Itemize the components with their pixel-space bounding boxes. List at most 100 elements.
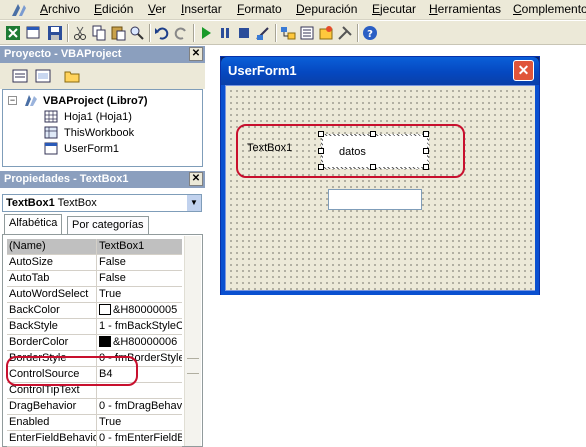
menu-complemento[interactable]: Complemento (513, 2, 586, 17)
property-value[interactable]: True (99, 415, 182, 430)
property-value-text: &H80000006 (113, 336, 178, 348)
vba-app-icon[interactable] (10, 2, 28, 18)
property-value-text: &H80000005 (113, 304, 178, 316)
property-row[interactable]: AutoSize False (7, 255, 182, 271)
property-row[interactable]: BackColor &H80000005 (7, 303, 182, 319)
stop-icon[interactable] (236, 25, 252, 41)
project-panel-toolbar (0, 63, 205, 89)
insert-userform-icon[interactable] (26, 25, 42, 41)
properties-window-icon[interactable] (299, 25, 315, 41)
property-value-text: 0 - fmEnterFieldB (99, 432, 182, 444)
toggle-folders-icon[interactable] (64, 69, 80, 83)
property-value[interactable]: False (99, 255, 182, 270)
property-row[interactable]: DragBehavior 0 - fmDragBehav (7, 399, 182, 415)
property-row[interactable]: (Name) TextBox1 (7, 239, 182, 255)
property-name: BackColor (9, 303, 97, 318)
menu-formato[interactable]: Formato (237, 2, 282, 17)
property-name: (Name) (9, 239, 97, 254)
project-tree: − VBAProject (Libro7) Hoja1 (Hoja1) This… (2, 89, 203, 167)
property-value-text: 0 - fmDragBehav (99, 400, 182, 412)
cut-icon[interactable] (72, 25, 88, 41)
property-name: AutoSize (9, 255, 97, 270)
properties-scrollbar[interactable] (184, 236, 201, 446)
property-value-text: 1 - fmBackStyleO (99, 320, 182, 332)
property-name: BorderColor (9, 335, 97, 350)
project-panel-title: Proyecto - VBAProject ✕ (0, 46, 205, 63)
tree-root-vbaproject[interactable]: VBAProject (Libro7) (43, 94, 148, 108)
annotation-textbox-highlight (236, 124, 465, 178)
properties-panel-title: Propiedades - TextBox1 ✕ (0, 171, 205, 188)
property-name: EnterFieldBehavior (9, 431, 97, 446)
tree-node-hoja1[interactable]: Hoja1 (Hoja1) (64, 110, 132, 124)
property-value-text: False (99, 272, 126, 284)
tab-alfabetica[interactable]: Alfabética (4, 214, 63, 235)
paste-icon[interactable] (110, 25, 126, 41)
find-icon[interactable] (129, 25, 145, 41)
object-select[interactable]: TextBox1 TextBox ▼ (2, 194, 202, 212)
pause-icon[interactable] (217, 25, 233, 41)
standard-toolbar: ? (0, 21, 586, 45)
property-row[interactable]: BackStyle 1 - fmBackStyleO (7, 319, 182, 335)
property-row[interactable]: AutoWordSelect True (7, 287, 182, 303)
workbook-icon (44, 126, 58, 139)
property-value[interactable]: 1 - fmBackStyleO (99, 319, 182, 334)
svg-text:?: ? (367, 29, 373, 40)
vba-project-icon (25, 95, 37, 106)
property-name: DragBehavior (9, 399, 97, 414)
worksheet-icon (44, 110, 58, 123)
color-swatch (99, 336, 111, 347)
toolbox-icon[interactable] (337, 25, 353, 41)
property-value-text: False (99, 256, 126, 268)
property-value[interactable]: &H80000005 (99, 303, 182, 318)
property-name: BackStyle (9, 319, 97, 334)
annotation-controlsource-highlight (6, 356, 138, 386)
view-object-icon[interactable] (35, 69, 51, 83)
property-value[interactable]: 0 - fmEnterFieldB (99, 431, 182, 446)
userform-title: UserForm1 (228, 63, 297, 78)
close-icon[interactable]: ✕ (189, 172, 203, 186)
menu-herramientas[interactable]: Herramientas (429, 2, 501, 17)
tab-por-categorias[interactable]: Por categorías (67, 216, 149, 235)
redo-icon[interactable] (173, 25, 189, 41)
property-value[interactable]: TextBox1 (99, 239, 182, 254)
object-browser-icon[interactable] (318, 25, 334, 41)
view-code-icon[interactable] (12, 69, 28, 83)
textbox2-control[interactable] (328, 189, 422, 210)
property-row[interactable]: EnterFieldBehavior 0 - fmEnterFieldB (7, 431, 182, 447)
property-row[interactable]: AutoTab False (7, 271, 182, 287)
property-name: AutoTab (9, 271, 97, 286)
property-row[interactable]: Enabled True (7, 415, 182, 431)
userform-icon (44, 142, 58, 155)
property-name: Enabled (9, 415, 97, 430)
help-icon[interactable]: ? (362, 25, 378, 41)
copy-icon[interactable] (91, 25, 107, 41)
menu-edicion[interactable]: Edición (94, 2, 133, 17)
tree-node-userform1[interactable]: UserForm1 (64, 142, 119, 156)
property-name: AutoWordSelect (9, 287, 97, 302)
menu-depuracion[interactable]: Depuración (296, 2, 357, 17)
tree-node-thisworkbook[interactable]: ThisWorkbook (64, 126, 134, 140)
menu-archivo[interactable]: Archivo (40, 2, 80, 17)
menu-insertar[interactable]: Insertar (181, 2, 222, 17)
save-icon[interactable] (47, 25, 63, 41)
menu-ver[interactable]: Ver (148, 2, 166, 17)
color-swatch (99, 304, 111, 315)
chevron-down-icon[interactable]: ▼ (186, 195, 201, 211)
property-value[interactable]: &H80000006 (99, 335, 182, 350)
menu-bar: Archivo Edición Ver Insertar Formato Dep… (0, 0, 586, 20)
property-value-text: True (99, 416, 122, 428)
property-value-text: True (99, 288, 122, 300)
close-icon[interactable]: ✕ (189, 47, 203, 61)
property-value[interactable]: False (99, 271, 182, 286)
close-icon[interactable]: ✕ (513, 60, 534, 81)
undo-icon[interactable] (154, 25, 170, 41)
property-row[interactable]: BorderColor &H80000006 (7, 335, 182, 351)
property-value[interactable]: True (99, 287, 182, 302)
property-value[interactable]: 0 - fmDragBehav (99, 399, 182, 414)
menu-ejecutar[interactable]: Ejecutar (372, 2, 416, 17)
project-explorer-icon[interactable] (280, 25, 296, 41)
collapse-icon[interactable]: − (8, 96, 17, 105)
design-mode-icon[interactable] (255, 25, 271, 41)
run-icon[interactable] (198, 25, 214, 41)
excel-view-icon[interactable] (5, 25, 21, 41)
